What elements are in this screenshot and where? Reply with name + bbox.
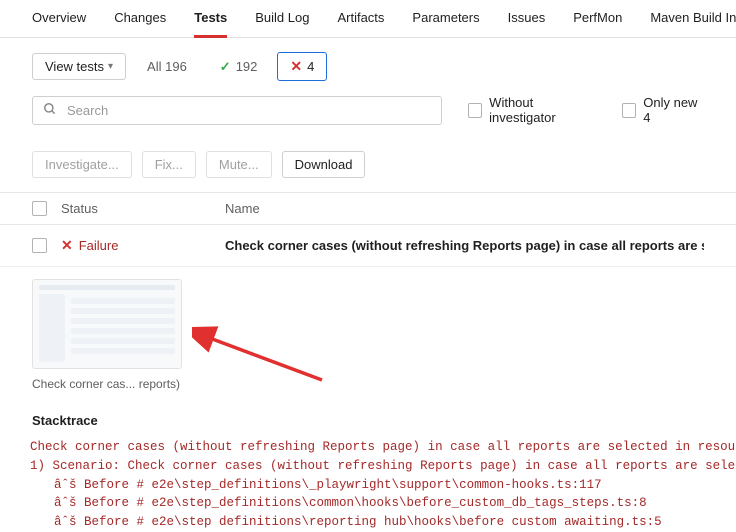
thumbnail-caption: Check corner cas... reports) bbox=[32, 377, 212, 391]
view-tests-label: View tests bbox=[45, 59, 104, 74]
stack-line: âˆš Before # e2e\step_definitions\common… bbox=[20, 494, 704, 513]
passed-count: 192 bbox=[236, 59, 258, 74]
checkbox-icon bbox=[622, 103, 636, 118]
failed-count: 4 bbox=[307, 59, 314, 74]
tab-bar: Overview Changes Tests Build Log Artifac… bbox=[0, 0, 736, 38]
stacktrace-title: Stacktrace bbox=[0, 391, 736, 434]
chevron-down-icon: ▾ bbox=[108, 61, 113, 72]
status-badge: ✕ Failure bbox=[61, 237, 211, 254]
row-checkbox[interactable] bbox=[32, 238, 47, 253]
column-name: Name bbox=[225, 201, 260, 216]
without-investigator-label: Without investigator bbox=[489, 95, 596, 125]
investigate-button[interactable]: Investigate... bbox=[32, 151, 132, 178]
column-status: Status bbox=[61, 201, 211, 216]
table-row[interactable]: ✕ Failure Check corner cases (without re… bbox=[0, 225, 736, 267]
x-icon: ✕ bbox=[290, 58, 302, 75]
search-box[interactable] bbox=[32, 96, 442, 125]
only-new-label: Only new 4 bbox=[643, 95, 704, 125]
x-icon: ✕ bbox=[61, 237, 73, 254]
stack-line: 1) Scenario: Check corner cases (without… bbox=[20, 457, 704, 476]
filter-failed[interactable]: ✕ 4 bbox=[277, 52, 327, 81]
filter-row: View tests ▾ All 196 ✓ 192 ✕ 4 bbox=[0, 38, 736, 81]
tab-artifacts[interactable]: Artifacts bbox=[337, 10, 384, 37]
tab-maven-build-info[interactable]: Maven Build Info bbox=[650, 10, 736, 37]
stacktrace-body: Check corner cases (without refreshing R… bbox=[0, 434, 736, 532]
download-button[interactable]: Download bbox=[282, 151, 366, 178]
search-icon bbox=[43, 102, 57, 119]
search-input[interactable] bbox=[65, 102, 431, 119]
tab-issues[interactable]: Issues bbox=[508, 10, 546, 37]
stack-line: Check corner cases (without refreshing R… bbox=[20, 438, 704, 457]
tab-tests[interactable]: Tests bbox=[194, 10, 227, 38]
tab-overview[interactable]: Overview bbox=[32, 10, 86, 37]
tab-build-log[interactable]: Build Log bbox=[255, 10, 309, 37]
tab-perfmon[interactable]: PerfMon bbox=[573, 10, 622, 37]
only-new-checkbox[interactable]: Only new 4 bbox=[622, 95, 704, 125]
filter-passed[interactable]: ✓ 192 bbox=[208, 54, 270, 80]
screenshot-thumbnail-block: Check corner cas... reports) bbox=[0, 267, 736, 391]
test-name: Check corner cases (without refreshing R… bbox=[225, 238, 704, 253]
filter-all[interactable]: All 196 bbox=[134, 53, 200, 80]
screenshot-thumbnail[interactable] bbox=[32, 279, 182, 369]
search-row: Without investigator Only new 4 bbox=[0, 81, 736, 125]
status-text: Failure bbox=[79, 238, 119, 253]
checkbox-icon bbox=[468, 103, 482, 118]
tab-parameters[interactable]: Parameters bbox=[412, 10, 479, 37]
stack-line: âˆš Before # e2e\step definitions\report… bbox=[20, 513, 704, 532]
check-icon: ✓ bbox=[220, 59, 231, 75]
fix-button[interactable]: Fix... bbox=[142, 151, 196, 178]
table-header: Status Name bbox=[0, 192, 736, 225]
tab-changes[interactable]: Changes bbox=[114, 10, 166, 37]
mute-button[interactable]: Mute... bbox=[206, 151, 272, 178]
select-all-checkbox[interactable] bbox=[32, 201, 47, 216]
action-row: Investigate... Fix... Mute... Download bbox=[0, 125, 736, 178]
view-tests-dropdown[interactable]: View tests ▾ bbox=[32, 53, 126, 80]
stack-line: âˆš Before # e2e\step_definitions\_playw… bbox=[20, 476, 704, 495]
without-investigator-checkbox[interactable]: Without investigator bbox=[468, 95, 596, 125]
